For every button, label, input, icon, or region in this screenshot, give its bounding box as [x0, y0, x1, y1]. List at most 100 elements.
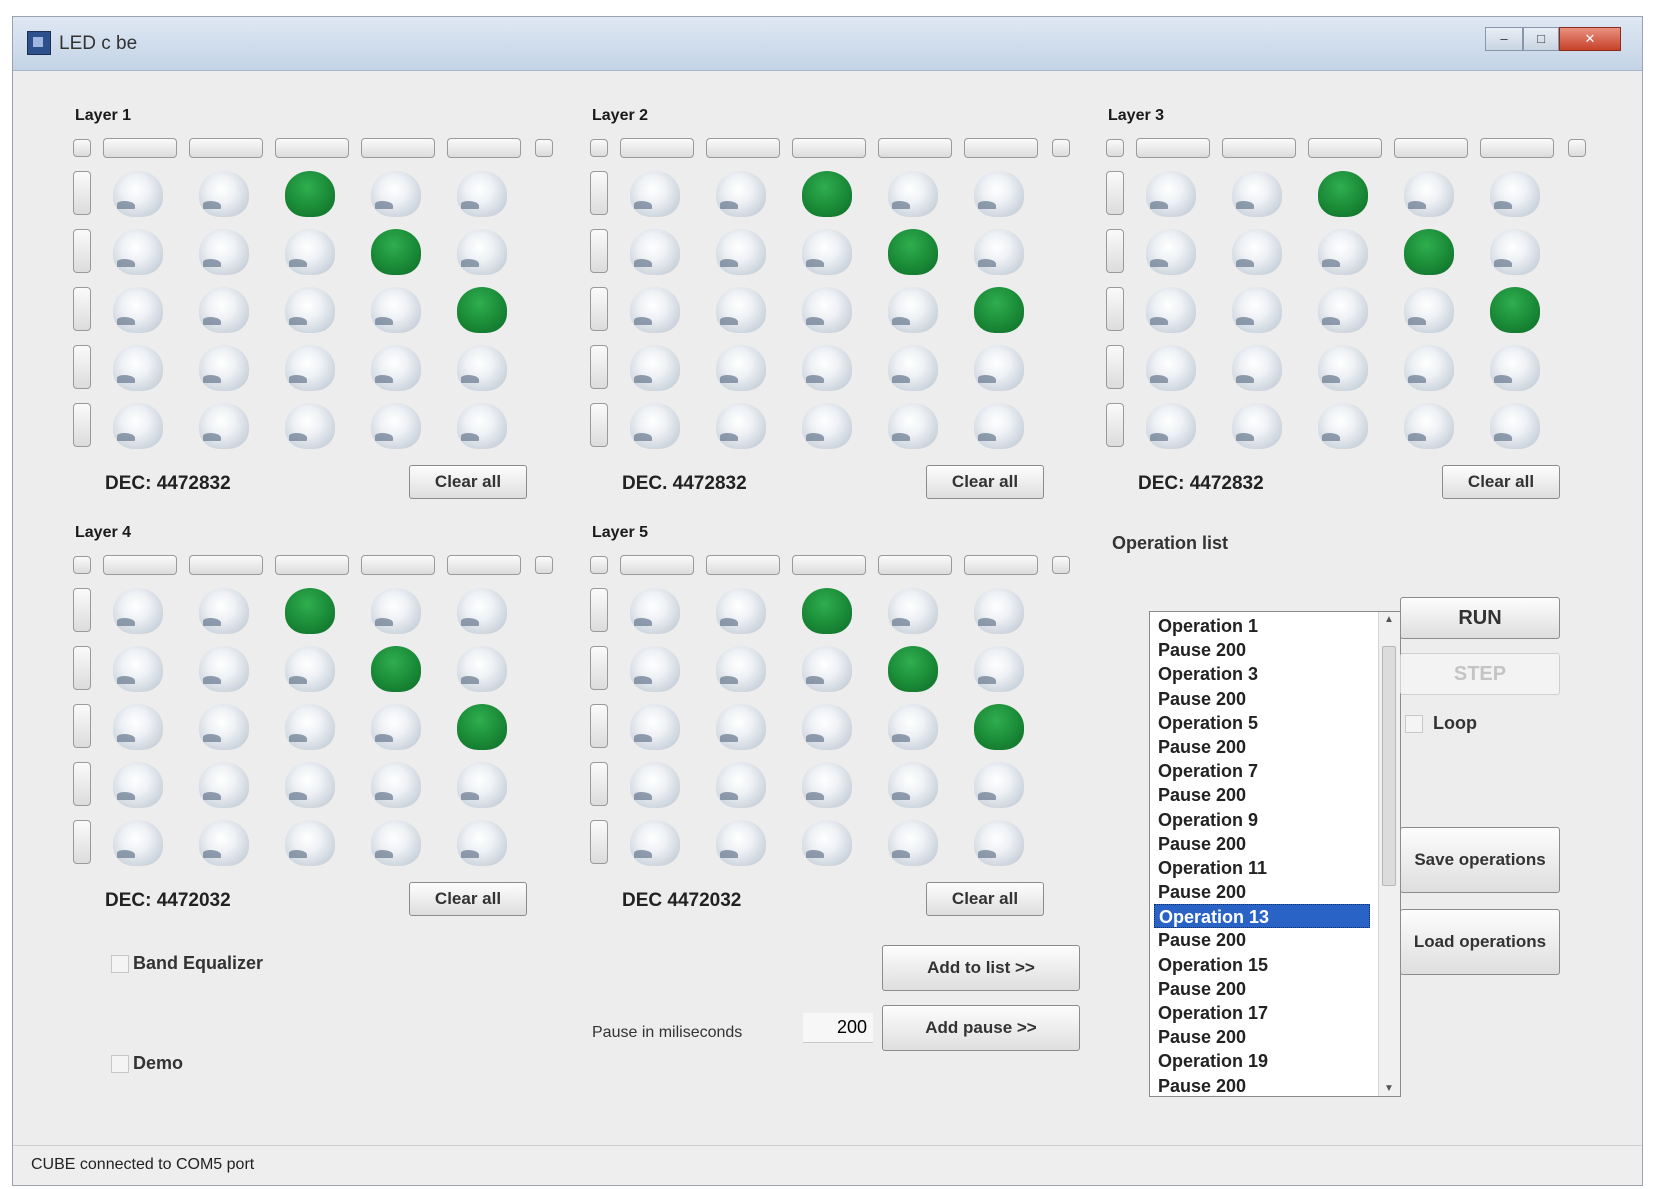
led-off[interactable] — [888, 345, 938, 391]
row-button[interactable] — [73, 287, 91, 331]
row-button[interactable] — [590, 287, 608, 331]
led-off[interactable] — [630, 287, 680, 333]
column-button[interactable] — [878, 555, 952, 575]
led-off[interactable] — [1490, 229, 1540, 275]
save-operations-button[interactable]: Save operations — [1400, 827, 1560, 893]
led-off[interactable] — [716, 646, 766, 692]
led-off[interactable] — [1146, 287, 1196, 333]
led-off[interactable] — [716, 287, 766, 333]
led-off[interactable] — [199, 171, 249, 217]
led-on[interactable] — [457, 287, 507, 333]
led-off[interactable] — [716, 171, 766, 217]
led-off[interactable] — [1232, 345, 1282, 391]
led-off[interactable] — [113, 345, 163, 391]
led-off[interactable] — [113, 287, 163, 333]
column-button[interactable] — [275, 555, 349, 575]
led-off[interactable] — [199, 403, 249, 449]
led-off[interactable] — [285, 704, 335, 750]
column-button[interactable] — [447, 555, 521, 575]
row-button[interactable] — [73, 820, 91, 864]
led-off[interactable] — [802, 820, 852, 866]
row-button[interactable] — [590, 171, 608, 215]
led-off[interactable] — [716, 588, 766, 634]
led-off[interactable] — [802, 229, 852, 275]
led-off[interactable] — [888, 171, 938, 217]
led-off[interactable] — [630, 403, 680, 449]
led-off[interactable] — [1146, 229, 1196, 275]
clear-all-button[interactable]: Clear all — [1442, 465, 1560, 499]
operation-item[interactable]: Operation 17 — [1154, 1001, 1370, 1025]
led-off[interactable] — [1490, 171, 1540, 217]
led-off[interactable] — [1146, 171, 1196, 217]
loop-checkbox[interactable] — [1405, 715, 1423, 733]
led-off[interactable] — [802, 287, 852, 333]
led-off[interactable] — [630, 345, 680, 391]
led-off[interactable] — [974, 229, 1024, 275]
led-off[interactable] — [1146, 403, 1196, 449]
led-off[interactable] — [1232, 229, 1282, 275]
band-equalizer-checkbox[interactable] — [111, 955, 129, 973]
led-off[interactable] — [1318, 345, 1368, 391]
operation-item[interactable]: Pause 200 — [1154, 1025, 1370, 1049]
led-off[interactable] — [630, 229, 680, 275]
row-button[interactable] — [1106, 287, 1124, 331]
led-off[interactable] — [113, 762, 163, 808]
led-off[interactable] — [285, 229, 335, 275]
column-button[interactable] — [706, 138, 780, 158]
led-off[interactable] — [371, 345, 421, 391]
layer-select-all-left[interactable] — [590, 556, 608, 574]
led-off[interactable] — [1404, 403, 1454, 449]
minimize-button[interactable]: – — [1485, 27, 1523, 51]
led-off[interactable] — [457, 820, 507, 866]
led-off[interactable] — [199, 762, 249, 808]
led-off[interactable] — [113, 588, 163, 634]
led-off[interactable] — [1232, 287, 1282, 333]
led-off[interactable] — [457, 403, 507, 449]
layer-select-all-right[interactable] — [1052, 556, 1070, 574]
row-button[interactable] — [590, 704, 608, 748]
led-off[interactable] — [716, 403, 766, 449]
led-off[interactable] — [888, 588, 938, 634]
led-off[interactable] — [457, 588, 507, 634]
operation-item[interactable]: Operation 7 — [1154, 759, 1370, 783]
row-button[interactable] — [73, 403, 91, 447]
led-off[interactable] — [716, 345, 766, 391]
led-on[interactable] — [974, 704, 1024, 750]
column-button[interactable] — [878, 138, 952, 158]
led-off[interactable] — [888, 762, 938, 808]
led-off[interactable] — [1232, 171, 1282, 217]
row-button[interactable] — [590, 588, 608, 632]
row-button[interactable] — [73, 229, 91, 273]
led-off[interactable] — [1404, 287, 1454, 333]
led-off[interactable] — [1404, 171, 1454, 217]
led-off[interactable] — [1318, 403, 1368, 449]
led-off[interactable] — [974, 762, 1024, 808]
led-on[interactable] — [285, 588, 335, 634]
layer-select-all-left[interactable] — [73, 556, 91, 574]
led-off[interactable] — [974, 820, 1024, 866]
column-button[interactable] — [792, 138, 866, 158]
led-off[interactable] — [285, 762, 335, 808]
led-off[interactable] — [802, 403, 852, 449]
led-off[interactable] — [199, 704, 249, 750]
column-button[interactable] — [620, 138, 694, 158]
led-off[interactable] — [716, 704, 766, 750]
led-off[interactable] — [888, 403, 938, 449]
led-off[interactable] — [974, 588, 1024, 634]
column-button[interactable] — [1480, 138, 1554, 158]
led-off[interactable] — [974, 646, 1024, 692]
led-off[interactable] — [974, 171, 1024, 217]
led-off[interactable] — [457, 762, 507, 808]
column-button[interactable] — [361, 138, 435, 158]
row-button[interactable] — [73, 171, 91, 215]
step-button[interactable]: STEP — [1400, 653, 1560, 695]
row-button[interactable] — [73, 345, 91, 389]
scroll-thumb[interactable] — [1382, 646, 1396, 886]
layer-select-all-right[interactable] — [535, 139, 553, 157]
row-button[interactable] — [1106, 171, 1124, 215]
clear-all-button[interactable]: Clear all — [409, 465, 527, 499]
led-off[interactable] — [716, 820, 766, 866]
column-button[interactable] — [1308, 138, 1382, 158]
led-off[interactable] — [371, 287, 421, 333]
operation-item[interactable]: Operation 15 — [1154, 953, 1370, 977]
